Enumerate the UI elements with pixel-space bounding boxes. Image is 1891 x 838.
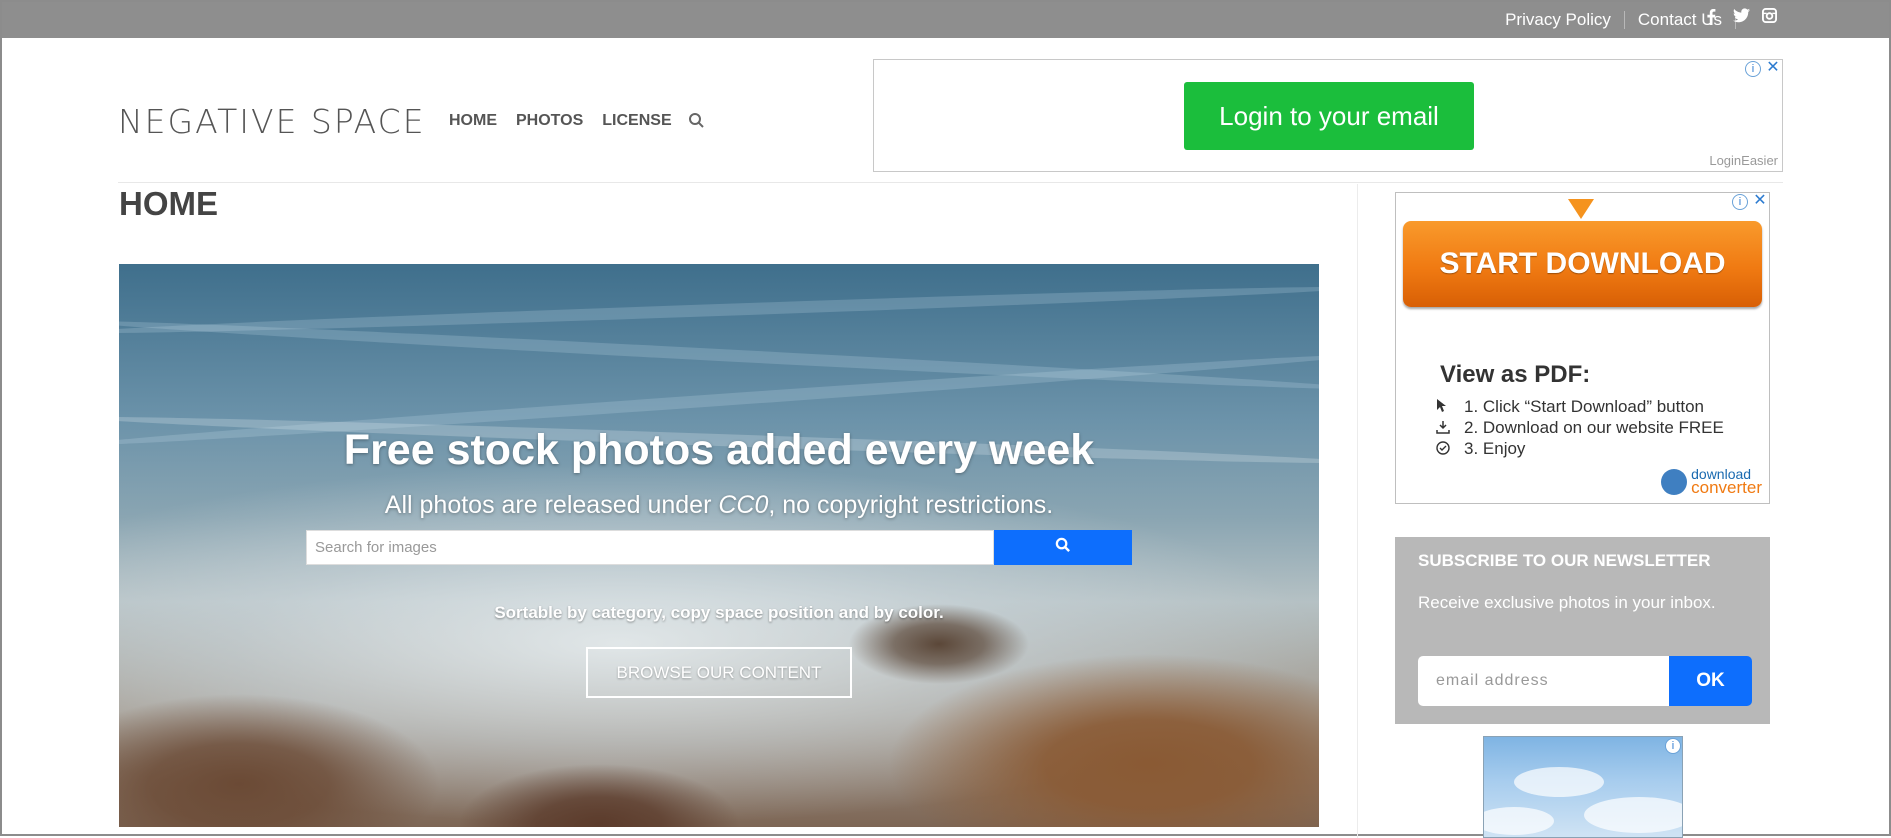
cloud-decor: [1584, 797, 1682, 833]
newsletter-text: Receive exclusive photos in your inbox.: [1418, 593, 1716, 612]
ad-brand: LoginEasier: [1709, 153, 1778, 168]
facebook-icon[interactable]: [1701, 8, 1721, 28]
ad-heading: View as PDF:: [1440, 361, 1591, 388]
nav-photos[interactable]: PHOTOS: [516, 112, 583, 130]
browse-content-button[interactable]: BROWSE OUR CONTENT: [586, 647, 852, 698]
start-download-button[interactable]: START DOWNLOAD: [1403, 221, 1762, 307]
close-ad-icon[interactable]: ✕: [1752, 193, 1768, 210]
subscribe-button[interactable]: OK: [1669, 656, 1752, 706]
adchoices-icon[interactable]: i: [1665, 738, 1681, 754]
check-circle-icon: [1436, 440, 1452, 458]
newsletter-heading: SUBSCRIBE TO OUR NEWSLETTER: [1418, 551, 1711, 570]
nav-home[interactable]: HOME: [449, 112, 497, 130]
close-ad-icon[interactable]: ✕: [1765, 60, 1781, 77]
hero-note: Sortable by category, copy space positio…: [494, 603, 944, 622]
top-advertisement[interactable]: Login to your email LoginEasier i ✕: [873, 59, 1783, 172]
ad-step: 3. Enjoy: [1436, 439, 1525, 459]
hero-banner: Free stock photos added every week All p…: [119, 264, 1319, 827]
instagram-icon[interactable]: [1759, 8, 1779, 28]
search-icon: [1055, 537, 1071, 558]
nav-license[interactable]: LICENSE: [602, 112, 671, 130]
header-divider: [118, 182, 1783, 183]
cc0-text: CC0: [718, 491, 769, 519]
newsletter-box: SUBSCRIBE TO OUR NEWSLETTER Receive excl…: [1395, 537, 1770, 724]
cursor-icon: [1436, 398, 1452, 416]
twitter-icon[interactable]: [1731, 8, 1751, 28]
cloud-decor: [1514, 767, 1604, 797]
download-icon: [1436, 420, 1452, 437]
converter-logo-icon: [1661, 469, 1688, 495]
main-nav: HOME PHOTOS LICENSE: [449, 112, 691, 130]
adchoices-icon[interactable]: i: [1732, 194, 1748, 210]
divider: [1623, 11, 1625, 29]
login-email-button[interactable]: Login to your email: [1184, 82, 1474, 150]
privacy-policy-link[interactable]: Privacy Policy: [1505, 10, 1611, 30]
sky-advertisement[interactable]: i: [1483, 736, 1683, 838]
ad-step: 2. Download on our website FREE: [1436, 418, 1724, 438]
top-bar: Privacy Policy Contact Us: [2, 2, 1889, 38]
sidebar-advertisement[interactable]: START DOWNLOAD View as PDF: 1. Click “St…: [1395, 192, 1770, 504]
image-search-input[interactable]: Search for images: [306, 530, 994, 565]
ad-step: 1. Click “Start Download” button: [1436, 397, 1704, 417]
hero-headline: Free stock photos added every week: [343, 426, 1095, 474]
download-converter-logo: download converter: [1661, 467, 1762, 496]
sidebar-divider: [1357, 184, 1358, 838]
hero-subtitle: All photos are released under CC0, no co…: [384, 491, 1054, 519]
image-search-button[interactable]: [994, 530, 1132, 565]
email-field[interactable]: email address: [1418, 656, 1669, 706]
site-logo[interactable]: NEGATIVE SPACE: [118, 102, 426, 141]
arrow-down-icon: [1568, 199, 1594, 219]
adchoices-icon[interactable]: i: [1745, 61, 1761, 77]
cloud-decor: [1484, 807, 1554, 835]
search-icon[interactable]: [688, 112, 706, 130]
page-title: HOME: [119, 185, 218, 222]
